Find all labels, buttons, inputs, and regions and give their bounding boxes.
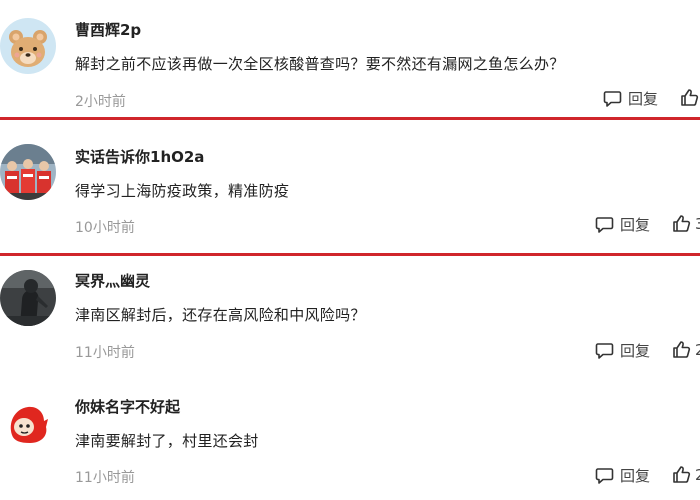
like-button[interactable]: 2 <box>672 340 700 359</box>
comment-item: 冥界灬幽灵 津南区解封后，还存在高风险和中风险吗？ 11小时前 回复 2 <box>0 256 700 381</box>
comment-content: 津南要解封了，村里还会封 <box>75 432 259 450</box>
reply-button[interactable]: 回复 <box>603 88 658 109</box>
like-count: 3 <box>695 214 700 233</box>
comment-bubble-icon <box>603 90 622 108</box>
reply-label: 回复 <box>620 342 651 360</box>
comment-username[interactable]: 实话告诉你1hO2a <box>75 146 204 167</box>
like-button[interactable]: 2 <box>672 465 700 484</box>
like-button[interactable] <box>680 88 700 107</box>
reply-label: 回复 <box>620 216 651 234</box>
comment-username[interactable]: 曹酉辉2p <box>75 19 141 40</box>
thumbs-up-icon <box>672 214 691 233</box>
thumbs-up-icon <box>672 465 691 484</box>
thumbs-up-icon <box>680 88 699 107</box>
reply-button[interactable]: 回复 <box>595 214 650 235</box>
reply-label: 回复 <box>620 467 651 485</box>
red-cartoon-avatar[interactable] <box>0 395 56 451</box>
dark-figure-avatar[interactable] <box>0 270 56 326</box>
like-button[interactable]: 3 <box>672 214 700 233</box>
comment-content: 津南区解封后，还存在高风险和中风险吗？ <box>75 306 366 324</box>
comment-bubble-icon <box>595 342 614 360</box>
comment-time: 11小时前 <box>75 345 135 361</box>
bear-avatar-icon[interactable] <box>0 18 56 74</box>
comment-content: 解封之前不应该再做一次全区核酸普查吗？要不然还有漏网之鱼怎么办？ <box>75 55 565 73</box>
reply-button[interactable]: 回复 <box>595 340 650 361</box>
comment-time: 11小时前 <box>75 470 135 486</box>
comment-time: 10小时前 <box>75 220 135 236</box>
comment-time: 2小时前 <box>75 94 126 110</box>
thumbs-up-icon <box>672 340 691 359</box>
comment-item: 实话告诉你1hO2a 得学习上海防疫政策，精准防疫 10小时前 回复 3 <box>0 120 700 255</box>
reply-label: 回复 <box>628 90 659 108</box>
reply-button[interactable]: 回复 <box>595 465 650 486</box>
comment-bubble-icon <box>595 216 614 234</box>
comment-content: 得学习上海防疫政策，精准防疫 <box>75 182 290 200</box>
comment-username[interactable]: 你妹名字不好起 <box>75 396 180 417</box>
like-count: 2 <box>695 465 700 484</box>
group-photo-avatar[interactable] <box>0 144 56 200</box>
comment-item: 你妹名字不好起 津南要解封了，村里还会封 11小时前 回复 2 <box>0 381 700 500</box>
like-count: 2 <box>695 340 700 359</box>
comment-bubble-icon <box>595 467 614 485</box>
comment-username[interactable]: 冥界灬幽灵 <box>75 270 150 291</box>
comment-item: 曹酉辉2p 解封之前不应该再做一次全区核酸普查吗？要不然还有漏网之鱼怎么办？ 2… <box>0 0 700 120</box>
